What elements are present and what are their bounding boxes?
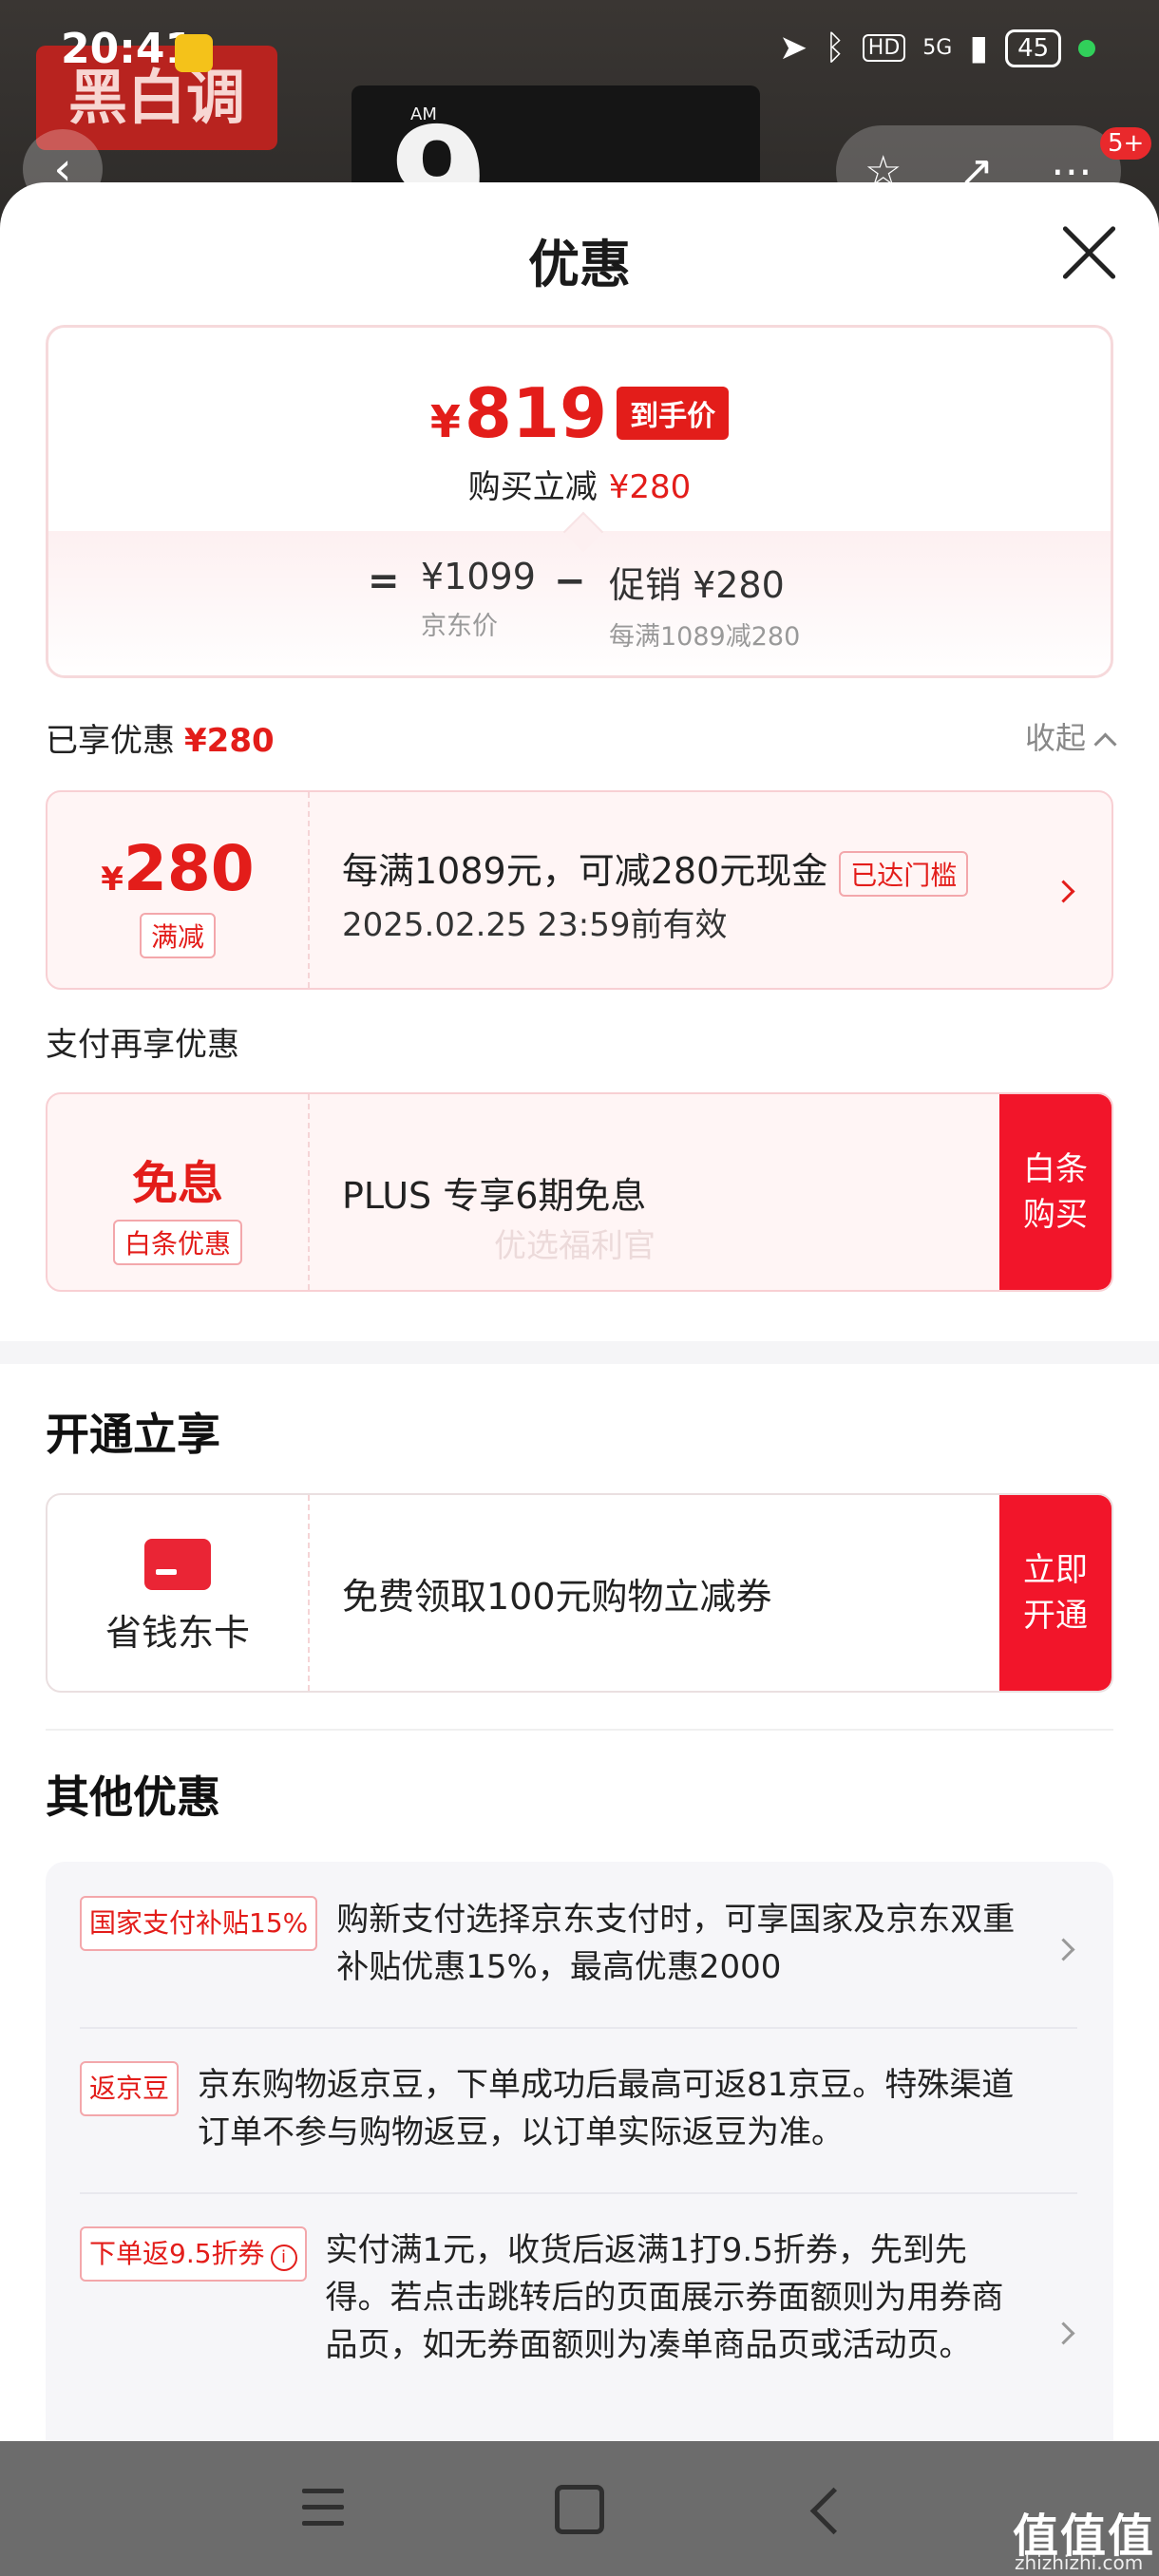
- threshold-met-tag: 已达门槛: [839, 850, 969, 897]
- final-price-tag: 到手价: [617, 387, 730, 440]
- jd-beans-tag: 返京豆: [80, 2061, 180, 2116]
- location-icon: ➤: [779, 28, 808, 67]
- info-icon[interactable]: i: [270, 2245, 297, 2271]
- interest-free-label: 免息: [131, 1157, 223, 1210]
- savings-card-offer: 省钱东卡 免费领取100元购物立减券 立即 开通: [46, 1493, 1113, 1693]
- chevron-up-icon: [1093, 732, 1117, 756]
- national-subsidy-tag: 国家支付补贴15%: [80, 1896, 318, 1951]
- camera-indicator-dot: [1078, 39, 1096, 57]
- open-now-button[interactable]: 立即 开通: [999, 1495, 1112, 1691]
- discount-voucher-tag: 下单返9.5折券 i: [80, 2226, 307, 2282]
- status-bar: 20:41 ➤ ᛒ HD 5G ▮ 45: [0, 0, 1159, 110]
- section-gap: [0, 1341, 1159, 1364]
- jd-price: ¥1099: [421, 556, 536, 597]
- final-price: ¥819: [429, 373, 608, 453]
- notification-app-icon: [175, 34, 213, 72]
- equals-sign: =: [368, 559, 400, 603]
- chevron-right-icon: [1052, 1938, 1075, 1961]
- installment-title: PLUS 专享6期免息: [342, 1175, 647, 1217]
- instant-discount-amount: ¥280: [608, 468, 692, 506]
- home-icon[interactable]: [555, 2485, 604, 2534]
- promo-note: 每满1089减280: [609, 622, 801, 652]
- sheet-title: 优惠: [528, 235, 631, 294]
- battery-icon: 45: [1005, 28, 1062, 67]
- interest-free-coupon: 免息 白条优惠 PLUS 专享6期免息 优选福利官 白条 购买: [46, 1092, 1113, 1292]
- jd-price-block: ¥1099 京东价: [421, 556, 536, 642]
- savings-card-panel: 省钱东卡: [48, 1495, 308, 1691]
- baitiao-buy-button[interactable]: 白条 购买: [999, 1094, 1112, 1290]
- hd-icon: HD: [862, 34, 906, 62]
- collapse-toggle[interactable]: 收起: [1025, 714, 1117, 758]
- chevron-right-icon: [1052, 880, 1075, 903]
- jd-price-label: 京东价: [421, 612, 498, 641]
- enjoyed-discount-label: 已享优惠 ¥280: [46, 722, 275, 760]
- list-item: 返京豆 京东购物返京豆，下单成功后最高可返81京豆。特殊渠道订单不参与购物返豆，…: [80, 2061, 1030, 2156]
- coupon-type-tag: 满减: [139, 913, 216, 958]
- discount-voucher-text: 实付满1元，收货后返满1打9.5折券，先到先得。若点击跳转后的页面展示券面额则为…: [325, 2231, 1004, 2364]
- site-watermark-url: zhizhizhi.com: [1015, 2551, 1144, 2574]
- coupon-amount-panel: ¥280 满减: [48, 792, 308, 988]
- list-item[interactable]: 下单返9.5折券 i 实付满1元，收货后返满1打9.5折券，先到先得。若点击跳转后…: [80, 2226, 1030, 2369]
- dashed-divider: [308, 1094, 310, 1290]
- other-offers-list: 国家支付补贴15% 购新支付选择京东支付时，可享国家及京东双重补贴优惠15%，最…: [46, 1862, 1113, 2443]
- separator: [80, 2192, 1077, 2194]
- nav-back-icon[interactable]: [809, 2487, 858, 2535]
- full-reduction-coupon[interactable]: ¥280 满减 每满1089元，可减280元现金 已达门槛 2025.02.25 …: [46, 790, 1113, 990]
- signal-icon: ▮: [969, 28, 989, 67]
- dashed-divider: [308, 792, 310, 988]
- recent-apps-icon[interactable]: [302, 2489, 344, 2527]
- interest-free-panel: 免息 白条优惠: [48, 1094, 308, 1290]
- pay-section-label: 支付再享优惠: [46, 1026, 239, 1064]
- system-nav-bar: [0, 2441, 1159, 2576]
- enjoyed-discount-amount: ¥280: [184, 722, 275, 760]
- baitiao-tag: 白条优惠: [112, 1220, 242, 1265]
- coupon-validity: 2025.02.25 23:59前有效: [342, 906, 728, 944]
- instant-discount-row: 购买立减 ¥280: [48, 461, 1111, 507]
- jd-beans-text: 京东购物返京豆，下单成功后最高可返81京豆。特殊渠道订单不参与购物返豆，以订单实…: [198, 2066, 1015, 2151]
- open-section-title: 开通立享: [46, 1409, 220, 1460]
- discount-sheet: 优惠 ¥819 到手价 购买立减 ¥280 = ¥1099 京东价 − 促销 ¥28…: [0, 182, 1159, 2443]
- list-item[interactable]: 国家支付补贴15% 购新支付选择京东支付时，可享国家及京东双重补贴优惠15%，最…: [80, 1896, 1030, 1991]
- separator: [80, 2027, 1077, 2029]
- promo-block: 促销 ¥280 每满1089减280: [609, 556, 800, 653]
- savings-card-title: 免费领取100元购物立减券: [342, 1576, 772, 1618]
- chevron-right-icon: [1052, 2321, 1075, 2345]
- credit-card-icon: [144, 1539, 211, 1590]
- instant-discount-label: 购买立减: [467, 468, 598, 506]
- dashed-divider: [308, 1495, 310, 1691]
- national-subsidy-text: 购新支付选择京东支付时，可享国家及京东双重补贴优惠15%，最高优惠2000: [336, 1901, 1016, 1986]
- coupon-title: 每满1089元，可减280元现金 已达门槛: [342, 842, 969, 897]
- final-price-row: ¥819 到手价: [48, 373, 1111, 453]
- price-summary-card: ¥819 到手价 购买立减 ¥280 = ¥1099 京东价 − 促销 ¥280 每…: [46, 325, 1113, 678]
- promo-value: 促销 ¥280: [609, 564, 785, 606]
- bluetooth-icon: ᛒ: [825, 28, 846, 67]
- savings-card-name: 省钱东卡: [104, 1612, 250, 1654]
- network-type: 5G: [922, 36, 953, 60]
- message-badge: 5+: [1100, 127, 1152, 160]
- minus-sign: −: [554, 559, 586, 603]
- watermark-text: 优选福利官: [494, 1227, 656, 1265]
- price-breakdown-area: [48, 531, 1111, 675]
- other-section-title: 其他优惠: [46, 1771, 220, 1823]
- coupon-amount: ¥280: [101, 832, 255, 905]
- close-icon[interactable]: [1060, 224, 1117, 281]
- separator: [46, 1729, 1113, 1731]
